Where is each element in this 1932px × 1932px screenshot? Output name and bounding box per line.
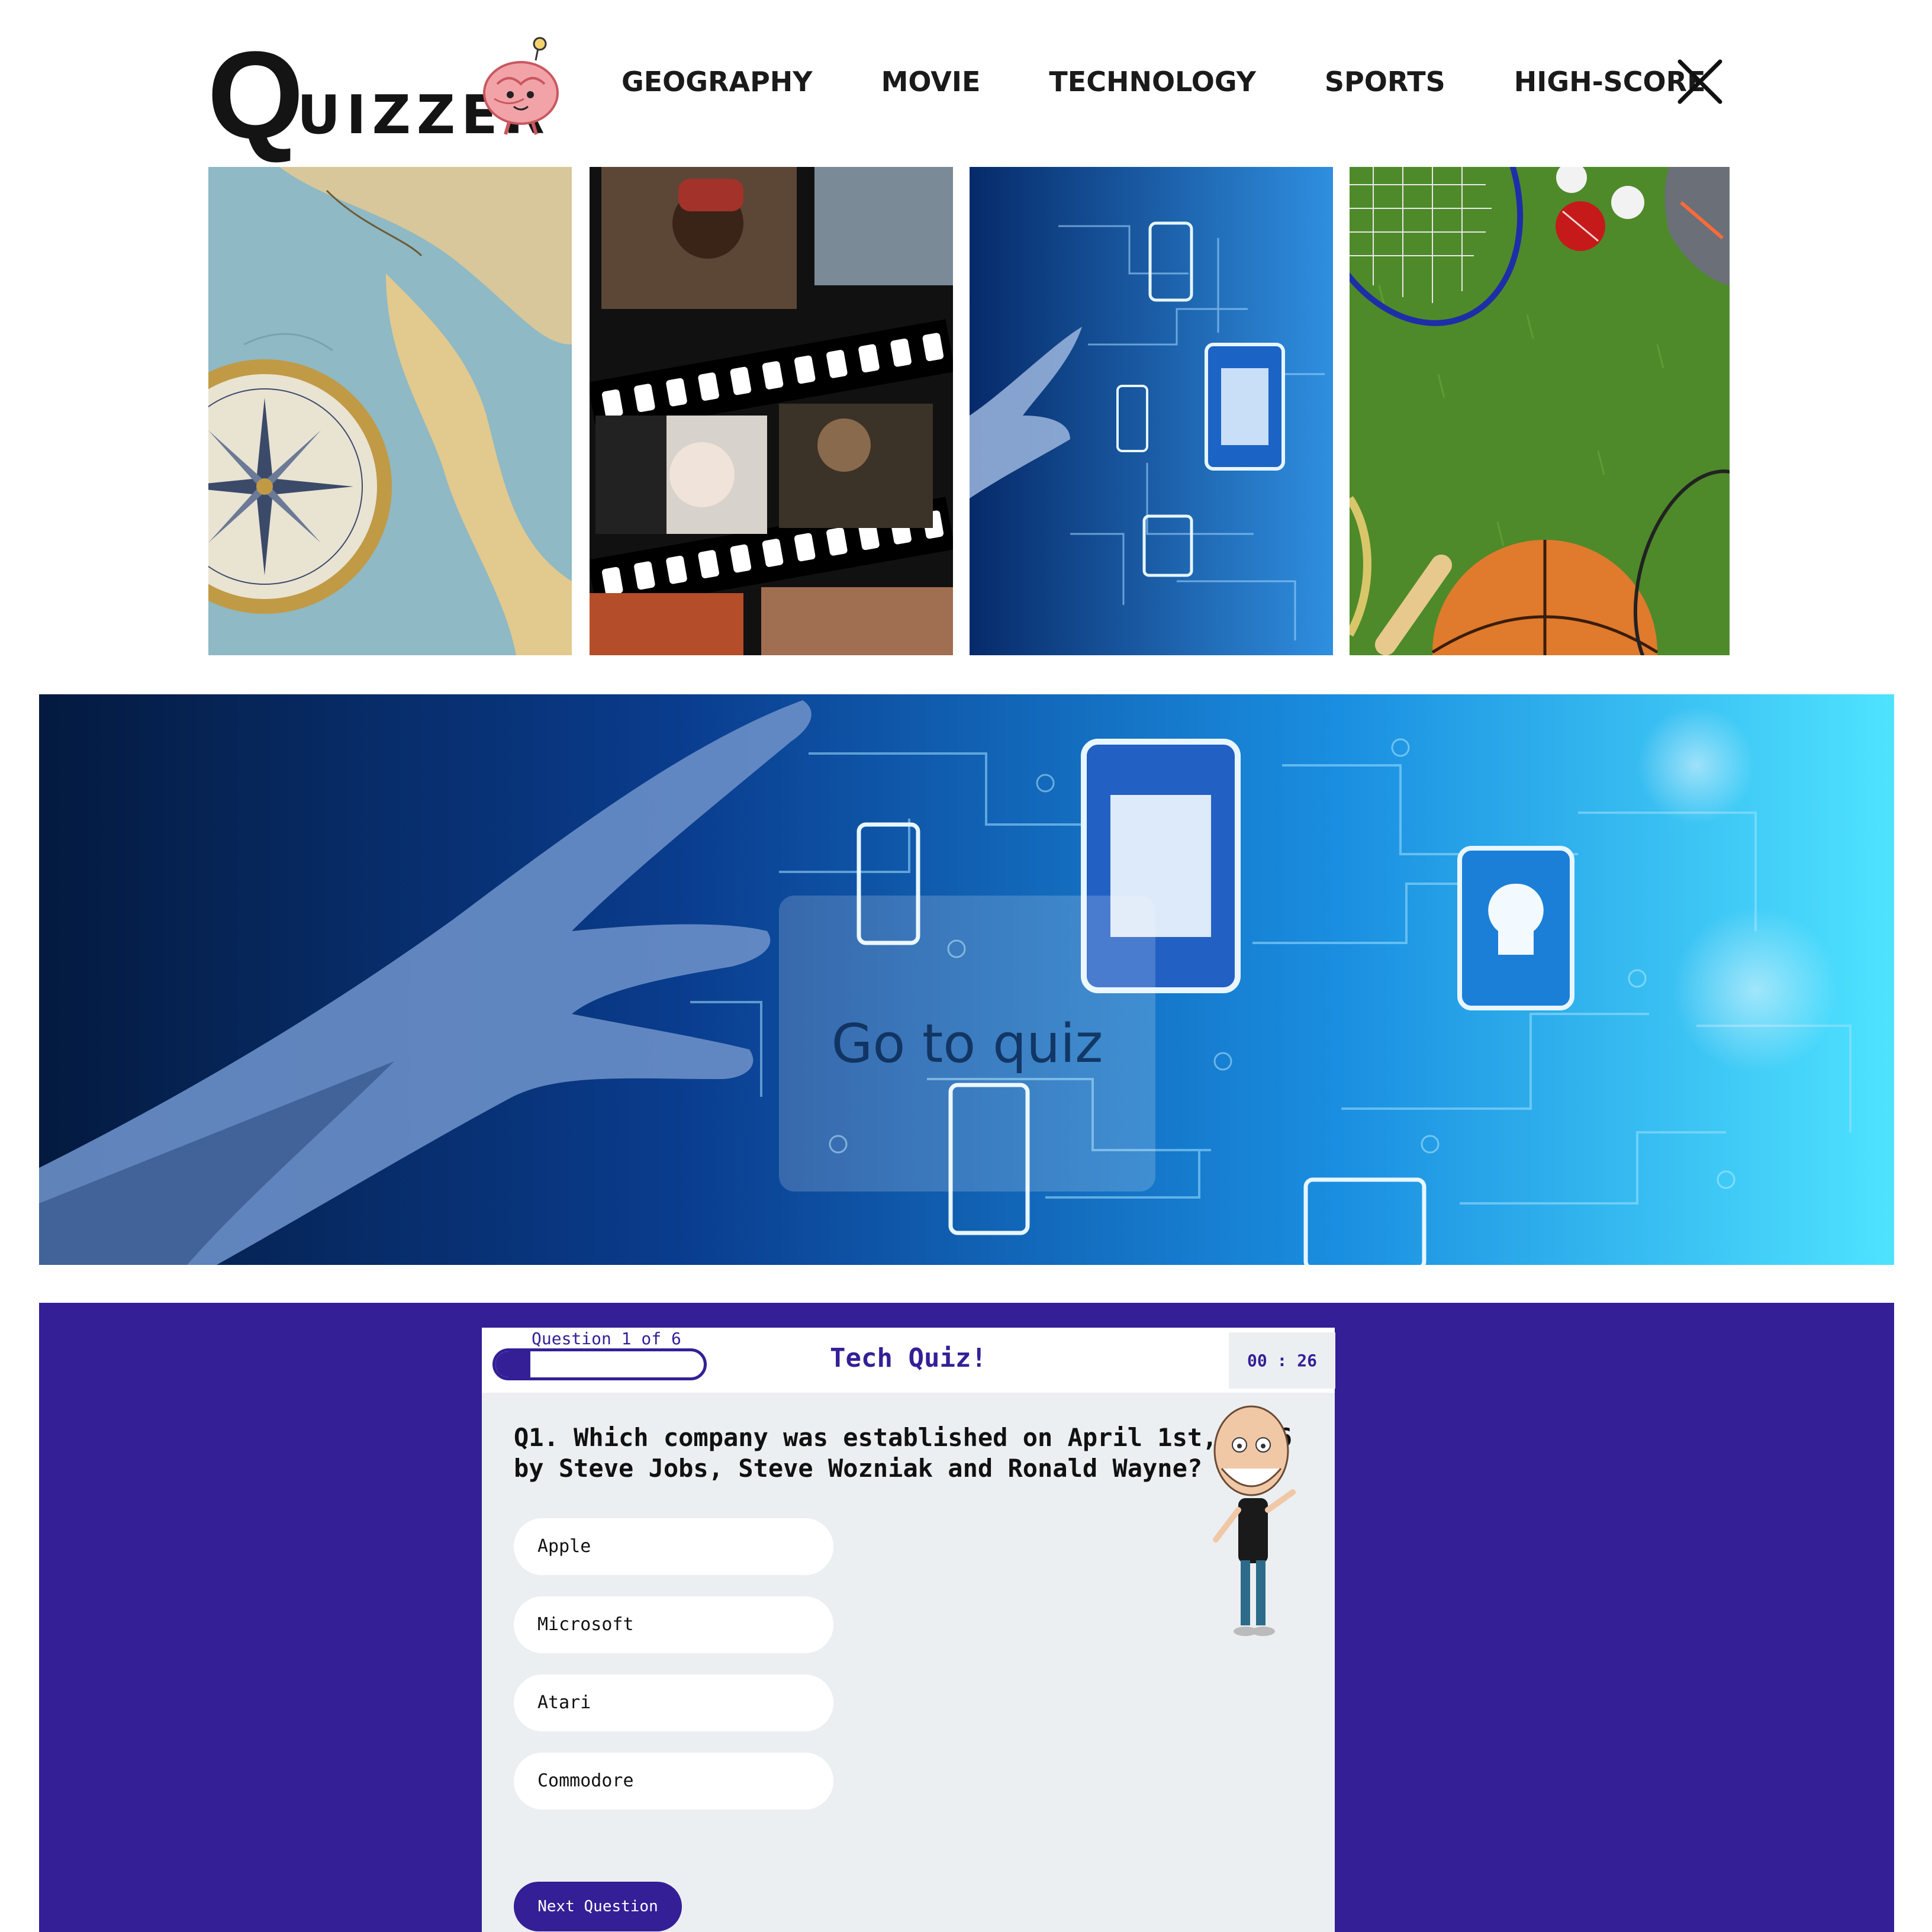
option-microsoft[interactable]: Microsoft bbox=[514, 1596, 833, 1653]
option-atari[interactable]: Atari bbox=[514, 1675, 833, 1731]
option-apple[interactable]: Apple bbox=[514, 1518, 833, 1575]
site-header: Q UIZZER GEOGRAPHY MOVIE TECHNOLOGY SPOR… bbox=[0, 0, 1932, 167]
tile-technology[interactable] bbox=[970, 167, 1333, 655]
caricature-character-icon bbox=[1213, 1405, 1296, 1636]
quizzer-logo[interactable]: Q UIZZER bbox=[207, 33, 562, 157]
timer: 00 : 26 bbox=[1229, 1332, 1335, 1389]
quiz-header: Question 1 of 6 Tech Quiz! 00 : 26 bbox=[482, 1328, 1335, 1393]
quiz-card: Question 1 of 6 Tech Quiz! 00 : 26 Q1. W… bbox=[482, 1328, 1335, 1932]
tile-sports[interactable] bbox=[1350, 167, 1730, 655]
next-question-button[interactable]: Next Question bbox=[514, 1882, 682, 1931]
nav-sports[interactable]: SPORTS bbox=[1325, 64, 1445, 99]
nav-movie[interactable]: MOVIE bbox=[881, 64, 981, 99]
brain-mascot-icon bbox=[483, 37, 559, 135]
close-icon[interactable] bbox=[1675, 57, 1725, 107]
quiz-title: Tech Quiz! bbox=[830, 1343, 987, 1373]
main-nav: GEOGRAPHY MOVIE TECHNOLOGY SPORTS HIGH-S… bbox=[622, 64, 1775, 99]
film-strip-image bbox=[590, 167, 953, 655]
go-to-quiz-label: Go to quiz bbox=[831, 1012, 1103, 1075]
nav-geography[interactable]: GEOGRAPHY bbox=[622, 64, 813, 99]
technology-banner: Go to quiz bbox=[39, 694, 1894, 1265]
nav-technology[interactable]: TECHNOLOGY bbox=[1049, 64, 1256, 99]
sports-equipment-image bbox=[1350, 167, 1730, 655]
logo-letter: Q bbox=[207, 25, 304, 165]
circuit-hand-image bbox=[970, 167, 1333, 655]
tile-geography[interactable] bbox=[208, 167, 572, 655]
category-tiles bbox=[208, 167, 1730, 655]
tile-movie[interactable] bbox=[590, 167, 953, 655]
option-commodore[interactable]: Commodore bbox=[514, 1753, 833, 1809]
go-to-quiz-button[interactable]: Go to quiz bbox=[779, 896, 1155, 1192]
map-compass-image bbox=[208, 167, 572, 655]
quiz-section: Question 1 of 6 Tech Quiz! 00 : 26 Q1. W… bbox=[39, 1303, 1894, 1932]
question-text: Q1. Which company was established on Apr… bbox=[514, 1423, 1292, 1483]
